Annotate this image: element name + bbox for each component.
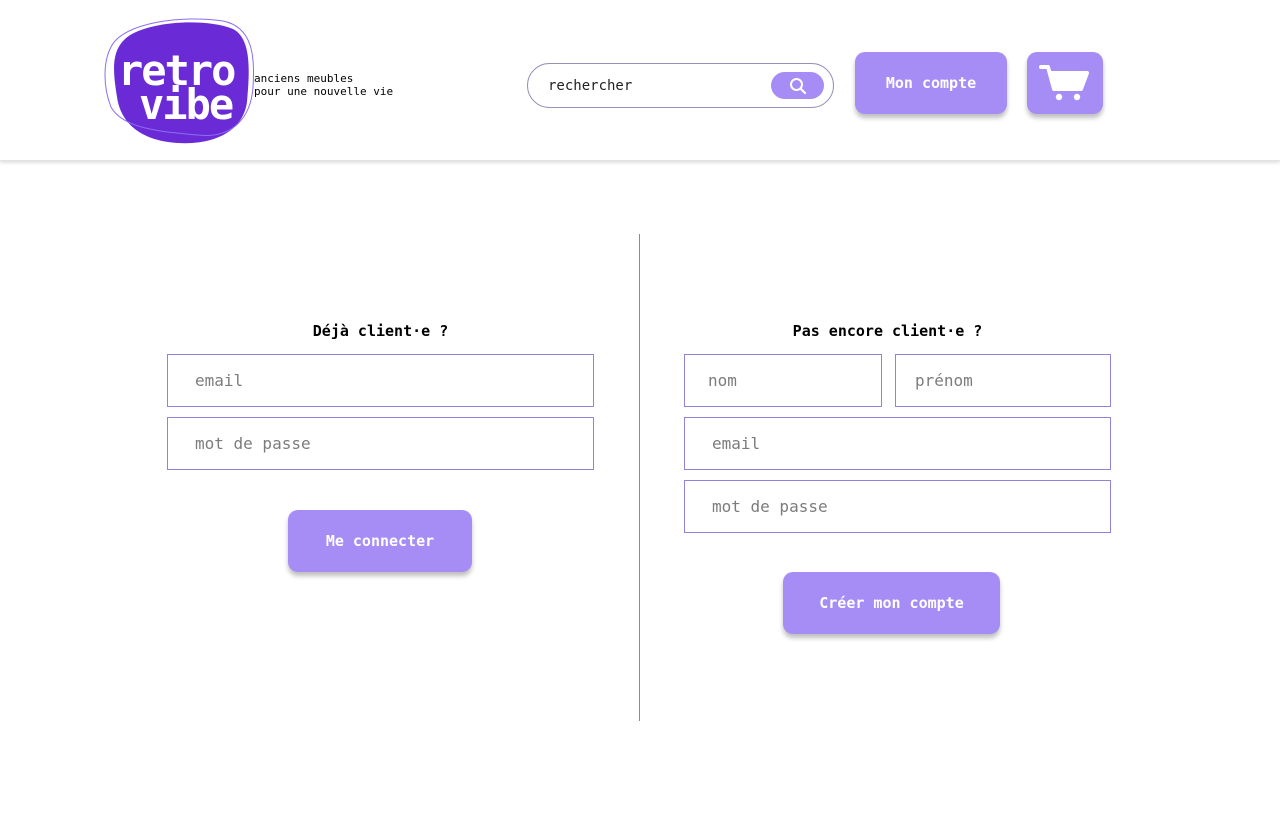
- tagline: anciens meubles pour une nouvelle vie: [254, 72, 393, 98]
- login-password-field: [167, 417, 594, 470]
- login-title: Déjà client·e ?: [312, 322, 449, 340]
- tagline-line-2: pour une nouvelle vie: [254, 85, 394, 98]
- account-button[interactable]: Mon compte: [855, 52, 1007, 114]
- signup-firstname-field: [895, 354, 1111, 407]
- login-email-input[interactable]: [195, 355, 593, 406]
- login-password-input[interactable]: [195, 418, 593, 469]
- search-bar: [527, 63, 834, 108]
- signup-title: Pas encore client·e ?: [792, 322, 983, 340]
- signup-lastname-field: [684, 354, 882, 407]
- search-input[interactable]: [548, 76, 758, 96]
- create-account-button[interactable]: Créer mon compte: [783, 572, 1000, 634]
- signup-password-input[interactable]: [712, 481, 1110, 532]
- signup-firstname-input[interactable]: [915, 355, 1110, 406]
- cart-button[interactable]: [1027, 52, 1103, 114]
- login-email-field: [167, 354, 594, 407]
- signup-email-field: [684, 417, 1111, 470]
- login-button[interactable]: Me connecter: [288, 510, 472, 572]
- signup-email-input[interactable]: [712, 418, 1110, 469]
- site-header: retro vibe anciens meubles pour une nouv…: [0, 0, 1280, 161]
- logo-text-vibe: vibe: [139, 80, 234, 129]
- search-icon: [789, 77, 806, 94]
- signup-lastname-input[interactable]: [708, 355, 881, 406]
- cart-icon: [1039, 65, 1089, 101]
- tagline-line-1: anciens meubles: [254, 72, 354, 85]
- logo[interactable]: retro vibe anciens meubles pour une nouv…: [103, 17, 403, 147]
- search-button[interactable]: [771, 72, 824, 99]
- signup-password-field: [684, 480, 1111, 533]
- form-divider: [639, 234, 640, 721]
